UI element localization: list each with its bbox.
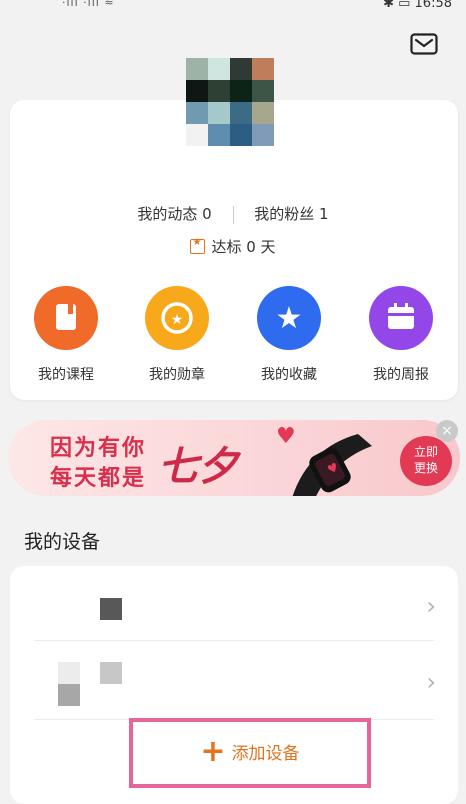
quick-action-favorites[interactable]: ★ 我的收藏 [239, 286, 339, 384]
goal-days: 达标 0 天 [0, 236, 466, 257]
quick-action-course[interactable]: 我的课程 [16, 286, 116, 384]
add-device-button[interactable]: + 添加设备 [129, 718, 371, 788]
chevron-right-icon: › [426, 592, 436, 620]
goal-star-icon [190, 237, 206, 254]
quick-action-label: 我的勋章 [149, 367, 205, 383]
change-now-button[interactable]: 立即 更换 [400, 436, 452, 486]
promo-banner[interactable]: 因为有你 每天都是 七夕 ♥ ♥ 立即 更换 [8, 420, 460, 496]
divider [34, 640, 434, 641]
status-bar: ·ıll ·ıll ≈ ✱ ▭ 16:58 [0, 0, 466, 14]
quick-action-label: 我的收藏 [261, 367, 317, 383]
device-image [58, 684, 80, 706]
avatar[interactable] [186, 58, 274, 146]
device-image [58, 662, 80, 684]
course-book-icon [34, 286, 98, 350]
signal-icons: ·ıll ·ıll ≈ [62, 0, 115, 9]
svg-text:★: ★ [276, 301, 303, 336]
plus-icon: + [200, 734, 226, 769]
status-right: ✱ ▭ 16:58 [383, 0, 452, 11]
device-row[interactable]: › [10, 570, 458, 642]
my-posts-link[interactable]: 我的动态 0 [137, 205, 211, 223]
banner-line-2: 每天都是 [50, 466, 147, 491]
clock: 16:58 [414, 0, 452, 11]
quick-action-label: 我的课程 [38, 367, 94, 383]
device-row[interactable]: › [10, 646, 458, 718]
banner-line-1: 因为有你 [50, 436, 147, 461]
device-image [100, 662, 122, 684]
star-icon: ★ [257, 286, 321, 350]
add-device-label: 添加设备 [231, 744, 300, 764]
stats-divider [232, 205, 234, 224]
cta-label: 立即 更换 [413, 445, 438, 475]
smart-band-image: ♥ [292, 434, 372, 496]
weekly-report-icon [369, 286, 433, 350]
device-image [100, 598, 122, 620]
medal-icon: ★ [145, 286, 209, 350]
profile-stats: 我的动态 0 我的粉丝 1 [0, 203, 466, 224]
devices-section-title: 我的设备 [24, 531, 101, 553]
chevron-right-icon: › [426, 668, 436, 696]
my-fans-link[interactable]: 我的粉丝 1 [254, 205, 328, 223]
goal-days-label: 达标 0 天 [211, 238, 276, 256]
svg-text:★: ★ [171, 312, 184, 328]
quick-action-weekly[interactable]: 我的周报 [351, 286, 451, 384]
banner-close-icon[interactable]: × [436, 420, 458, 442]
mail-icon[interactable] [410, 33, 438, 55]
quick-action-medal[interactable]: ★ 我的勋章 [127, 286, 227, 384]
quick-action-label: 我的周报 [373, 367, 429, 383]
banner-headline: 七夕 [158, 444, 238, 490]
